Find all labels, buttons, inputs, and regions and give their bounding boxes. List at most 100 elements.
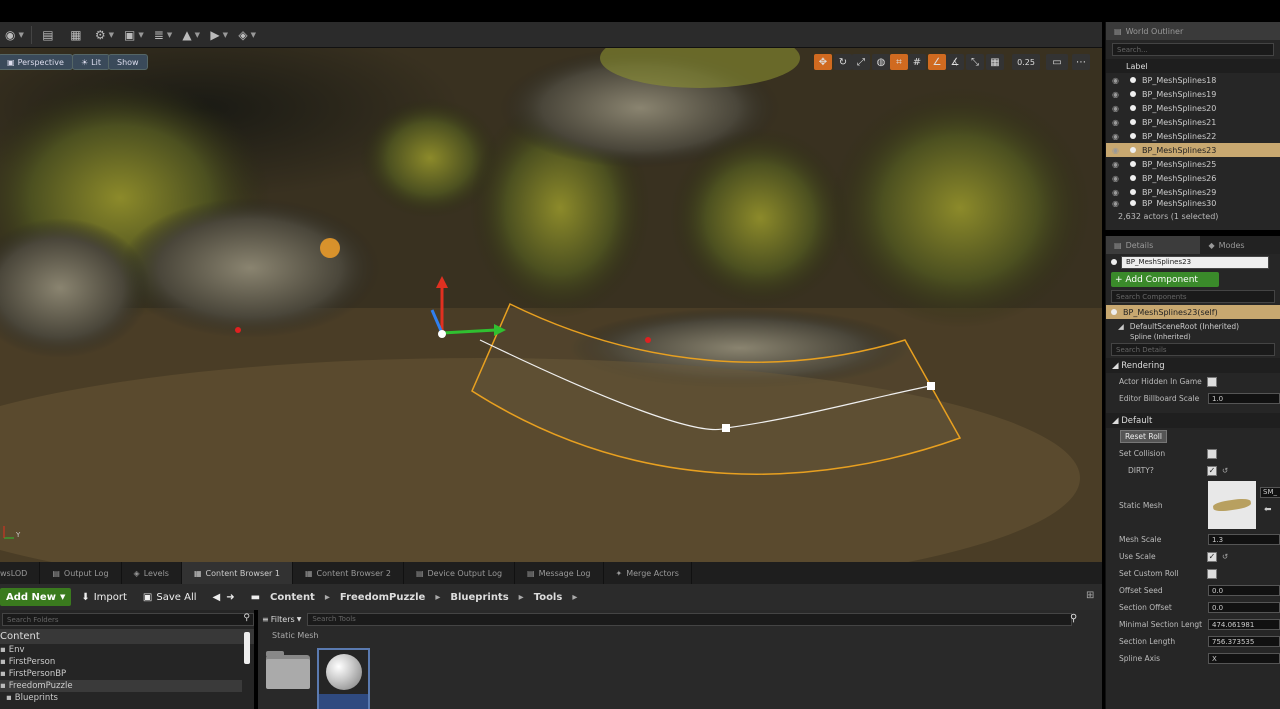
- maximize-icon[interactable]: ▭: [1046, 54, 1068, 70]
- use-scale-checkbox[interactable]: ✓: [1207, 551, 1217, 562]
- outliner-search-input[interactable]: Search...: [1112, 43, 1274, 56]
- outliner-row[interactable]: ◉ BP_MeshSplines22: [1106, 129, 1280, 143]
- outliner-row[interactable]: ◉ BP_MeshSplines30: [1106, 199, 1280, 207]
- tab-details[interactable]: ▤ Details: [1106, 236, 1201, 254]
- lock-icon[interactable]: ⊞: [1086, 590, 1094, 601]
- marketplace-icon[interactable]: ▦: [64, 25, 88, 45]
- folder-tree-item[interactable]: ▪ FreedomPuzzle: [0, 680, 242, 692]
- bottom-tab[interactable]: wsLOD: [0, 562, 41, 584]
- rotation-value-icon[interactable]: ∡: [946, 54, 964, 70]
- breadcrumb-content[interactable]: Content: [270, 592, 315, 603]
- breadcrumb-tools[interactable]: Tools: [534, 592, 563, 603]
- breadcrumb-arrow-icon[interactable]: ▸: [519, 592, 524, 603]
- filters-button[interactable]: ≡ Filters ▼: [262, 615, 301, 624]
- save-icon[interactable]: ◉ ▼: [2, 25, 27, 45]
- set-custom-roll-checkbox[interactable]: [1207, 568, 1217, 579]
- tree-scrollbar[interactable]: [244, 632, 250, 664]
- static-mesh-thumbnail[interactable]: [1208, 481, 1256, 529]
- component-self[interactable]: BP_MeshSplines23(self): [1106, 305, 1280, 319]
- breadcrumb-arrow-icon[interactable]: ▸: [325, 592, 330, 603]
- folder-tree-item[interactable]: ▪ Blueprints: [0, 692, 254, 704]
- outliner-row[interactable]: ◉ BP_MeshSplines19: [1106, 87, 1280, 101]
- folder-tree-item[interactable]: ▪ Env: [0, 644, 254, 656]
- folder-tree-item[interactable]: ▪ FirstPersonBP: [0, 668, 254, 680]
- build-icon[interactable]: ▲ ▼: [179, 25, 203, 45]
- visibility-eye-icon[interactable]: ◉: [1112, 174, 1124, 183]
- outliner-row[interactable]: ◉ BP_MeshSplines26: [1106, 171, 1280, 185]
- visibility-eye-icon[interactable]: ◉: [1112, 188, 1124, 197]
- offset-seed-input[interactable]: 0.0: [1208, 585, 1280, 596]
- translate-icon[interactable]: ✥: [814, 54, 832, 70]
- cinematics-icon[interactable]: ≣ ▼: [151, 25, 175, 45]
- bottom-tab[interactable]: ◈ Levels: [122, 562, 182, 584]
- rotation-snap-icon[interactable]: ∠: [928, 54, 946, 70]
- outliner-column-header[interactable]: Label: [1106, 59, 1280, 73]
- grid-value[interactable]: 0.25: [1012, 54, 1040, 70]
- component-root[interactable]: ◢ DefaultSceneRoot (Inherited): [1106, 319, 1280, 333]
- surface-snap-icon[interactable]: ⌗: [890, 54, 908, 70]
- breadcrumb-arrow-icon[interactable]: ▸: [435, 592, 440, 603]
- forward-icon[interactable]: ➜: [226, 592, 234, 603]
- viewport-menu-icon[interactable]: ⋯: [1072, 54, 1090, 70]
- import-button[interactable]: ⬇ Import: [75, 588, 133, 606]
- asset-tile-static-mesh[interactable]: [317, 648, 370, 709]
- bottom-tab[interactable]: ✦ Merge Actors: [604, 562, 692, 584]
- bottom-tab[interactable]: ▦ Content Browser 2: [293, 562, 404, 584]
- rendering-section[interactable]: ◢ Rendering: [1106, 358, 1280, 373]
- reset-icon[interactable]: ↺: [1222, 466, 1228, 475]
- grid-snap-icon[interactable]: #: [908, 54, 926, 70]
- bottom-tab[interactable]: ▦ Content Browser 1: [181, 562, 293, 584]
- play-icon[interactable]: ▶ ▼: [207, 25, 231, 45]
- folder-tree-item[interactable]: ▪ FirstPerson: [0, 656, 254, 668]
- camera-speed-icon[interactable]: ▦: [986, 54, 1004, 70]
- launch-icon[interactable]: ◈ ▼: [235, 25, 259, 45]
- mesh-scale-input[interactable]: 1.3: [1208, 534, 1280, 545]
- component-spline[interactable]: Spline (Inherited): [1106, 333, 1280, 341]
- spline-axis-dropdown[interactable]: X: [1208, 653, 1280, 664]
- show-button[interactable]: Show: [108, 54, 148, 70]
- rotate-icon[interactable]: ↻: [834, 54, 852, 70]
- search-components-input[interactable]: Search Components: [1111, 290, 1275, 303]
- search-folders-input[interactable]: Search Folders: [2, 613, 254, 626]
- outliner-row[interactable]: ◉ BP_MeshSplines21: [1106, 115, 1280, 129]
- visibility-eye-icon[interactable]: ◉: [1112, 160, 1124, 169]
- dirty-checkbox[interactable]: ✓: [1207, 465, 1217, 476]
- outliner-row[interactable]: ◉ BP_MeshSplines25: [1106, 157, 1280, 171]
- outliner-row[interactable]: ◉ BP_MeshSplines20: [1106, 101, 1280, 115]
- section-length-input[interactable]: 756.373535: [1208, 636, 1280, 647]
- bottom-tab[interactable]: ▤ Message Log: [515, 562, 604, 584]
- actor-hidden-checkbox[interactable]: [1207, 376, 1217, 387]
- static-mesh-dropdown[interactable]: SM_: [1260, 487, 1280, 498]
- search-tools-input[interactable]: Search Tools: [307, 612, 1073, 626]
- settings-icon[interactable]: ⚙ ▼: [92, 25, 117, 45]
- visibility-eye-icon[interactable]: ◉: [1112, 118, 1124, 127]
- set-collision-checkbox[interactable]: [1207, 448, 1217, 459]
- back-icon[interactable]: ◀: [213, 592, 221, 603]
- lit-button[interactable]: ☀ Lit: [72, 54, 110, 70]
- section-offset-input[interactable]: 0.0: [1208, 602, 1280, 613]
- content-icon[interactable]: ▤: [36, 25, 60, 45]
- tab-modes[interactable]: ◆ Modes: [1200, 236, 1280, 254]
- reset-roll-button[interactable]: Reset Roll: [1120, 430, 1167, 443]
- min-section-input[interactable]: 474.061981: [1208, 619, 1280, 630]
- outliner-row[interactable]: ◉ BP_MeshSplines29: [1106, 185, 1280, 199]
- folder-tree-item[interactable]: Content: [0, 629, 254, 644]
- scale-snap-icon[interactable]: ⤡: [966, 54, 984, 70]
- visibility-eye-icon[interactable]: ◉: [1112, 76, 1124, 85]
- perspective-button[interactable]: ▣ Perspective: [0, 54, 73, 70]
- outliner-row[interactable]: ◉ BP_MeshSplines18: [1106, 73, 1280, 87]
- visibility-eye-icon[interactable]: ◉: [1112, 199, 1124, 207]
- blueprint-icon[interactable]: ▣ ▼: [121, 25, 147, 45]
- add-component-button[interactable]: + Add Component: [1111, 272, 1219, 287]
- visibility-eye-icon[interactable]: ◉: [1112, 90, 1124, 99]
- visibility-eye-icon[interactable]: ◉: [1112, 132, 1124, 141]
- search-details-input[interactable]: Search Details: [1111, 343, 1275, 356]
- visibility-eye-icon[interactable]: ◉: [1112, 146, 1124, 155]
- scale-icon[interactable]: ⤢: [852, 54, 870, 70]
- folder-icon[interactable]: [266, 651, 310, 689]
- default-section[interactable]: ◢ Default: [1106, 413, 1280, 428]
- use-selected-icon[interactable]: ⬅: [1264, 505, 1272, 515]
- breadcrumb-freedompuzzle[interactable]: FreedomPuzzle: [340, 592, 425, 603]
- bottom-tab[interactable]: ▤ Device Output Log: [404, 562, 516, 584]
- world-icon[interactable]: ◍: [872, 54, 890, 70]
